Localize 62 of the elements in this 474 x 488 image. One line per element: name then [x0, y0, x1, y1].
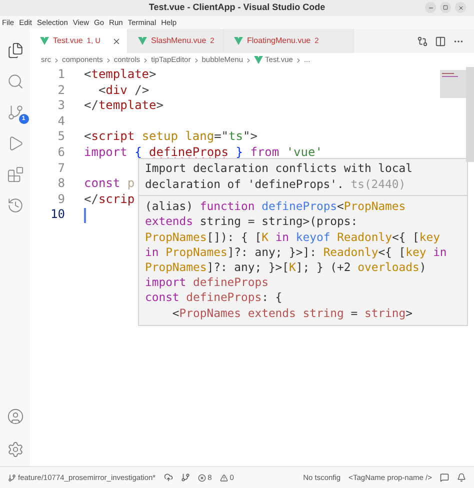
branch-icon — [8, 474, 16, 482]
signature-line: in PropNames]?: any; }>]: Readonly<{ [key in — [145, 244, 448, 260]
maximize-icon — [443, 5, 448, 10]
branch-icon[interactable] — [180, 473, 190, 482]
vue-icon — [234, 37, 243, 45]
signature-line: <PropNames extends string = string> — [171, 306, 414, 321]
error-message: Import declaration conflicts with local declaration of 'defineProps'. ts(2440) — [145, 161, 412, 191]
line-number: 6 — [56, 144, 65, 161]
window-title: Test.vue - ClientApp - Visual Studio Code — [148, 1, 326, 14]
code-line: const p — [84, 176, 135, 192]
code-line: <div /> — [97, 82, 150, 98]
line-number: 2 — [56, 82, 65, 98]
chevron-icon — [142, 56, 150, 64]
signature-line: PropNames[]): { [K in keyof Readonly<{ [key — [145, 230, 441, 245]
chevron-icon — [245, 56, 252, 64]
chevron-icon — [104, 56, 112, 64]
chevron-icon — [294, 56, 302, 64]
text-cursor — [84, 208, 86, 223]
line-number: 1 — [56, 67, 65, 83]
extensions-icon[interactable] — [6, 166, 24, 183]
close-button[interactable] — [455, 2, 466, 13]
minimap — [440, 70, 466, 98]
code-line: <template> — [84, 67, 156, 83]
close-icon[interactable] — [112, 36, 121, 46]
chevron-icon — [192, 56, 200, 64]
feedback-icon[interactable] — [440, 473, 449, 482]
signature-line: PropNames]?: any; }>[K]; } (+2 overloads) — [145, 260, 428, 276]
chevron-icon — [53, 56, 60, 64]
settings-icon[interactable] — [6, 441, 24, 458]
warning-icon[interactable] — [220, 474, 228, 482]
signature-line: import defineProps — [145, 275, 270, 290]
signature-line: extends string = string>(props: — [145, 214, 359, 230]
line-number: 9 — [56, 192, 65, 208]
source-control-icon[interactable] — [6, 104, 24, 121]
close-icon — [458, 4, 464, 10]
vue-icon — [40, 37, 49, 45]
line-number: 5 — [56, 129, 65, 145]
signature-line: (alias) function defineProps<PropNames — [145, 199, 407, 214]
code-line: <script setup lang="ts"> — [84, 129, 258, 145]
signature-line: const defineProps: { — [145, 290, 284, 306]
line-number: 3 — [56, 98, 65, 114]
error-icon[interactable] — [198, 474, 206, 482]
minimize-button[interactable] — [425, 2, 436, 13]
compare-icon[interactable] — [417, 36, 428, 46]
search-icon[interactable] — [6, 73, 24, 90]
code-line: </template> — [84, 98, 164, 114]
code-line: import { defineProps } from 'vue' — [84, 144, 322, 161]
line-number: 4 — [56, 114, 65, 130]
split-editor-icon[interactable] — [435, 36, 446, 46]
account-icon[interactable] — [6, 408, 24, 425]
code-line: </scrip — [84, 192, 135, 208]
minimize-icon — [428, 4, 434, 10]
files-icon[interactable] — [6, 42, 24, 59]
vue-icon — [138, 37, 147, 45]
vue-icon — [254, 56, 264, 64]
line-number: 10 — [50, 207, 65, 223]
clock-icon[interactable] — [6, 197, 24, 214]
cloud-icon[interactable] — [164, 473, 173, 482]
line-number: 8 — [56, 176, 65, 192]
maximize-button[interactable] — [440, 2, 451, 13]
bell-icon[interactable] — [457, 473, 466, 482]
line-number: 7 — [56, 160, 65, 176]
